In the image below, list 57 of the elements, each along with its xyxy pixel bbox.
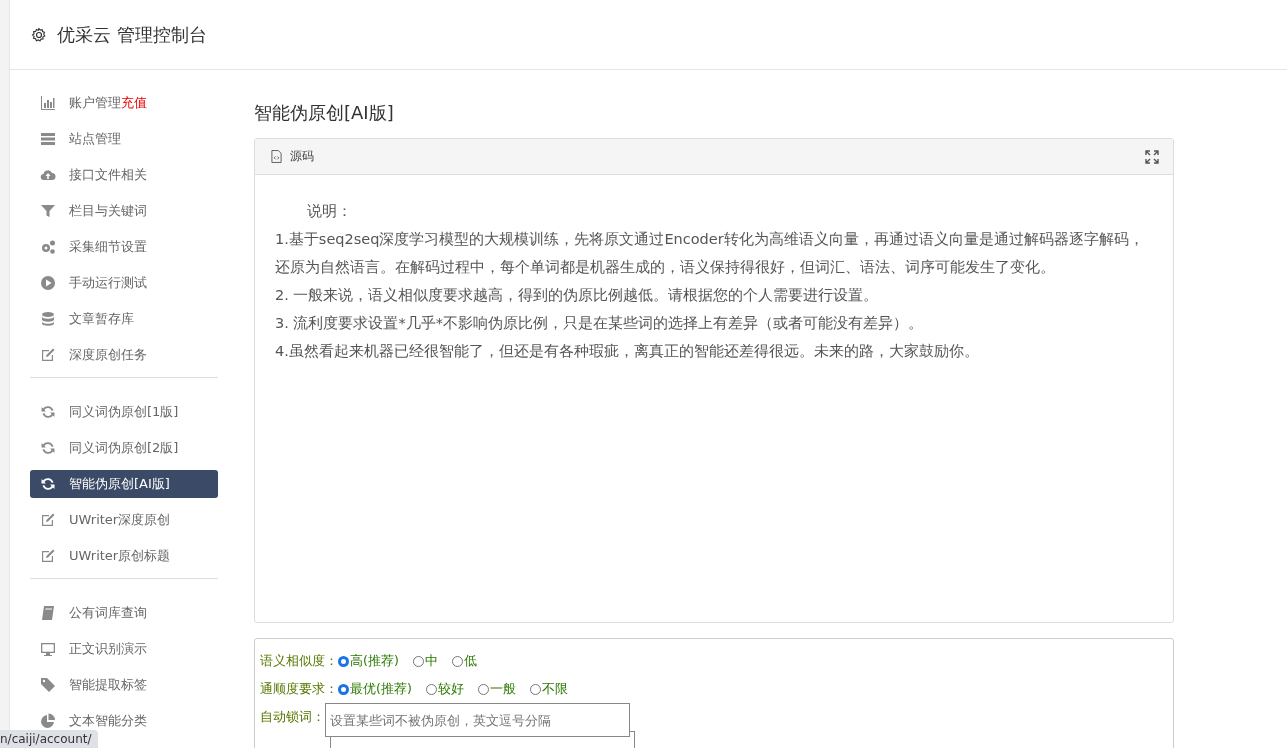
edit-icon [40, 347, 56, 363]
sidebar-item[interactable]: 正文识别演示 [30, 635, 218, 663]
sidebar-item[interactable]: 手动运行测试 [30, 269, 218, 297]
edit-icon [40, 548, 56, 564]
pie-icon [40, 713, 56, 729]
sync-icon [40, 440, 56, 456]
tag-icon [40, 677, 56, 693]
explanation-text: 2. 一般来说，语义相似度要求越高，得到的伪原比例越低。请根据您的个人需要进行设置。 [275, 286, 880, 305]
radio-option[interactable]: 最优(推荐) [338, 680, 412, 698]
sidebar-item[interactable]: 同义词伪原创[2版] [30, 434, 218, 462]
sidebar-item[interactable]: 站点管理 [30, 125, 218, 153]
edit-icon [40, 512, 56, 528]
sidebar-item[interactable]: 智能提取标签 [30, 671, 218, 699]
option-label: 自动锁词： [260, 708, 325, 726]
sidebar-item[interactable]: 深度原创任务 [30, 341, 218, 369]
explanation-text: 3. 流利度要求设置*几乎*不影响伪原比例，只是在某些词的选择上有差异（或者可能没有差异）。 [275, 314, 924, 333]
radio-option[interactable]: 中 [412, 652, 438, 670]
status-url: n/caiji/account/ [0, 730, 98, 748]
filter-icon [40, 203, 56, 219]
radio-option[interactable]: 不限 [529, 680, 568, 698]
db-icon [40, 311, 56, 327]
option-label: 通顺度要求： [260, 680, 338, 698]
sidebar-item[interactable]: 同义词伪原创[1版] [30, 398, 218, 426]
cloud-icon [40, 167, 56, 183]
sidebar-item[interactable]: 账户管理充值 [30, 89, 218, 117]
sidebar-item[interactable]: 智能伪原创[AI版] [30, 470, 218, 498]
monitor-icon [40, 641, 56, 657]
chart-icon [40, 95, 56, 111]
sidebar-item[interactable]: UWriter原创标题 [30, 542, 218, 570]
explanation-text: 4.虽然看起来机器已经很智能了，但还是有各种瑕疵，离真正的智能还差得很远。未来的路，大家鼓励你。 [275, 342, 980, 361]
sidebar-item[interactable]: 接口文件相关 [30, 161, 218, 189]
sidebar-item[interactable]: 文章暂存库 [30, 305, 218, 333]
explanation-heading: 说明： [306, 202, 353, 221]
radio-option[interactable]: 高(推荐) [338, 652, 399, 670]
explanation-text: 1.基于seq2seq深度学习模型的大规模训练，先将原文通过Encoder转化为高维语义向量，再通过语义向量是通过解码器逐字解码，还原为自然语言。在解码过程中，每个单词都是机器生成的，语义保持得很好，但词汇、语法、词序可能发生了变化。 [275, 230, 1145, 277]
sidebar-item[interactable]: 采集细节设置 [30, 233, 218, 261]
code-file-icon [271, 150, 282, 163]
sidebar-item[interactable]: 栏目与关键词 [30, 197, 218, 225]
radio-option[interactable]: 较好 [425, 680, 464, 698]
header-title: 优采云 管理控制台 [57, 22, 207, 47]
lock-words-field[interactable]: 设置某些词不被伪原创，英文逗号分隔 [325, 703, 630, 737]
page-title: 智能伪原创[AI版] [254, 101, 395, 125]
option-label: 语义相似度： [260, 652, 338, 670]
recharge-link[interactable]: 充值 [121, 95, 147, 110]
radio-option[interactable]: 低 [451, 652, 477, 670]
settings-icon [31, 26, 47, 43]
play-icon [40, 275, 56, 291]
book-icon [40, 605, 56, 621]
sidebar-item[interactable]: 公有词库查询 [30, 599, 218, 627]
sidebar-item[interactable]: UWriter深度原创 [30, 506, 218, 534]
radio-option[interactable]: 一般 [477, 680, 516, 698]
gears-icon [40, 239, 56, 255]
panel-title: 源码 [290, 148, 314, 165]
expand-icon[interactable] [1145, 149, 1159, 164]
sync-icon [40, 404, 56, 420]
sync-icon [40, 476, 56, 492]
server-icon [40, 131, 56, 147]
